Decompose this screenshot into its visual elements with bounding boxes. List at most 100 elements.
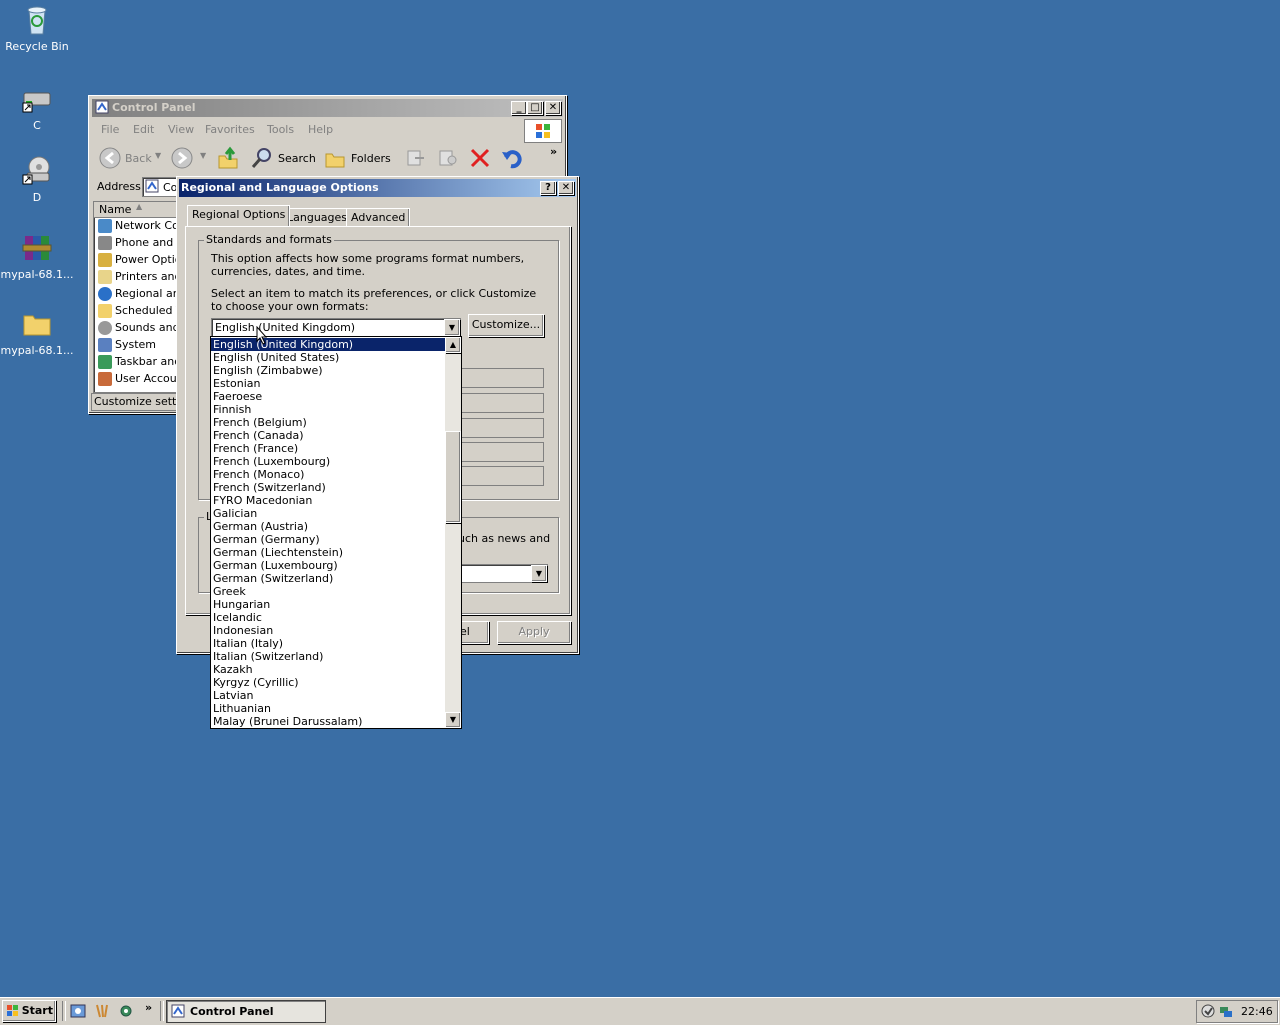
dropdown-option[interactable]: Finnish — [211, 403, 445, 416]
search-icon[interactable] — [251, 147, 273, 169]
dropdown-option[interactable]: Icelandic — [211, 611, 445, 624]
dropdown-option[interactable]: Lithuanian — [211, 702, 445, 715]
dropdown-option[interactable]: French (Canada) — [211, 429, 445, 442]
list-item-scheduled[interactable]: Scheduled Ta — [98, 302, 178, 319]
menu-favorites[interactable]: Favorites — [205, 123, 255, 136]
dropdown-option[interactable]: French (France) — [211, 442, 445, 455]
scroll-thumb[interactable] — [445, 431, 461, 523]
dropdown-option[interactable]: Greek — [211, 585, 445, 598]
list-item-power[interactable]: Power Optio — [98, 251, 178, 268]
dropdown-option[interactable]: German (Germany) — [211, 533, 445, 546]
menu-edit[interactable]: Edit — [133, 123, 154, 136]
desktop-icon-mypal-archive[interactable]: mypal-68.1... — [0, 232, 74, 281]
forward-arrow-icon[interactable] — [171, 147, 193, 169]
dropdown-option[interactable]: Hungarian — [211, 598, 445, 611]
customize-button[interactable]: Customize... — [468, 314, 544, 337]
control-panel-titlebar[interactable]: Control Panel _ □ ✕ — [92, 99, 563, 117]
tab-advanced[interactable]: Advanced — [346, 208, 411, 227]
menu-help[interactable]: Help — [308, 123, 333, 136]
paint-icon[interactable] — [94, 1003, 110, 1019]
maximize-button[interactable]: □ — [527, 101, 543, 115]
move-to-icon[interactable] — [405, 148, 427, 168]
dropdown-option[interactable]: English (United States) — [211, 351, 445, 364]
dropdown-option[interactable]: English (United Kingdom) — [211, 338, 445, 351]
chevron-down-icon[interactable]: ▼ — [531, 565, 547, 582]
clock[interactable]: 22:46 — [1241, 1005, 1273, 1018]
undo-icon[interactable] — [501, 147, 525, 169]
list-item-taskbar[interactable]: Taskbar and — [98, 353, 178, 370]
back-dropdown-icon[interactable]: ▼ — [155, 151, 161, 160]
forward-dropdown-icon[interactable]: ▼ — [200, 151, 206, 160]
dropdown-option[interactable]: Italian (Switzerland) — [211, 650, 445, 663]
dropdown-scrollbar[interactable]: ▲ ▼ — [445, 337, 461, 728]
settings-icon[interactable] — [118, 1003, 134, 1019]
list-item-network[interactable]: Network Con — [98, 217, 178, 234]
dropdown-option[interactable]: French (Belgium) — [211, 416, 445, 429]
copy-to-icon[interactable] — [437, 148, 459, 168]
quicklaunch-more-chevron[interactable]: » — [145, 1001, 152, 1014]
dropdown-option[interactable]: Faeroese — [211, 390, 445, 403]
list-item-system[interactable]: System — [98, 336, 178, 353]
close-button[interactable]: ✕ — [545, 101, 561, 115]
start-button[interactable]: Start — [2, 1000, 56, 1022]
sample-field — [456, 393, 544, 413]
desktop-icon-recycle-bin[interactable]: Recycle Bin — [0, 4, 74, 53]
format-dropdown-list[interactable]: English (United Kingdom) English (United … — [210, 336, 462, 729]
dropdown-option[interactable]: Italian (Italy) — [211, 637, 445, 650]
dropdown-option[interactable]: French (Monaco) — [211, 468, 445, 481]
dropdown-option[interactable]: Kyrgyz (Cyrillic) — [211, 676, 445, 689]
search-button-label[interactable]: Search — [278, 152, 316, 165]
dropdown-option[interactable]: Malay (Brunei Darussalam) — [211, 715, 445, 728]
dropdown-option[interactable]: German (Liechtenstein) — [211, 546, 445, 559]
apply-button[interactable]: Apply — [497, 621, 571, 644]
dialog-close-button[interactable]: ✕ — [558, 181, 574, 195]
back-arrow-icon[interactable] — [99, 147, 121, 169]
dropdown-option[interactable]: French (Switzerland) — [211, 481, 445, 494]
minimize-button[interactable]: _ — [511, 101, 527, 115]
network-tray-icon[interactable] — [1219, 1004, 1233, 1018]
list-item-sounds[interactable]: Sounds and , — [98, 319, 178, 336]
dropdown-option[interactable]: Galician — [211, 507, 445, 520]
help-button[interactable]: ? — [540, 181, 556, 195]
dropdown-option[interactable]: English (Zimbabwe) — [211, 364, 445, 377]
column-header-name[interactable]: Name ▲ — [94, 202, 180, 218]
format-combobox[interactable]: English (United Kingdom) ▼ — [211, 318, 461, 337]
security-tray-icon[interactable] — [1201, 1004, 1215, 1018]
tab-regional-options[interactable]: Regional Options — [187, 205, 291, 226]
menu-file[interactable]: File — [101, 123, 119, 136]
back-button-label[interactable]: Back — [125, 152, 152, 165]
dropdown-option[interactable]: German (Luxembourg) — [211, 559, 445, 572]
dropdown-option[interactable]: Estonian — [211, 377, 445, 390]
toolbar-more-chevron[interactable]: » — [550, 145, 557, 158]
dropdown-option[interactable]: French (Luxembourg) — [211, 455, 445, 468]
menu-view[interactable]: View — [168, 123, 194, 136]
list-item-printers[interactable]: Printers and — [98, 268, 178, 285]
scroll-down-button[interactable]: ▼ — [445, 712, 461, 728]
list-item-users[interactable]: User Accoun — [98, 370, 178, 387]
scroll-up-button[interactable]: ▲ — [445, 337, 461, 353]
dropdown-option[interactable]: Latvian — [211, 689, 445, 702]
desktop-icon-drive-d[interactable]: D — [0, 155, 74, 204]
desktop-icon-drive-c[interactable]: C — [0, 83, 74, 132]
dropdown-option[interactable]: Indonesian — [211, 624, 445, 637]
menu-tools[interactable]: Tools — [267, 123, 294, 136]
desktop-icon-mypal-folder[interactable]: mypal-68.1... — [0, 308, 74, 357]
list-item-regional[interactable]: Regional anc — [98, 285, 178, 302]
list-item-phone[interactable]: Phone and M — [98, 234, 178, 251]
folders-button-label[interactable]: Folders — [351, 152, 391, 165]
dropdown-option[interactable]: German (Switzerland) — [211, 572, 445, 585]
dropdown-option[interactable]: German (Austria) — [211, 520, 445, 533]
delete-icon[interactable] — [469, 148, 491, 168]
dropdown-option[interactable]: FYRO Macedonian — [211, 494, 445, 507]
up-folder-icon[interactable] — [217, 146, 239, 170]
folders-icon[interactable] — [324, 148, 346, 168]
show-desktop-icon[interactable] — [70, 1003, 86, 1019]
windows-logo — [524, 119, 562, 143]
location-combobox[interactable]: ▼ — [456, 564, 548, 583]
taskbar-button-control-panel[interactable]: Control Panel — [166, 1000, 326, 1023]
dropdown-option[interactable]: Kazakh — [211, 663, 445, 676]
dialog-titlebar[interactable]: Regional and Language Options ? ✕ — [179, 179, 576, 197]
tab-languages[interactable]: Languages — [282, 208, 353, 227]
file-list[interactable]: Name ▲ Network Con Phone and M Power Opt… — [93, 201, 181, 393]
chevron-down-icon[interactable]: ▼ — [444, 319, 460, 336]
